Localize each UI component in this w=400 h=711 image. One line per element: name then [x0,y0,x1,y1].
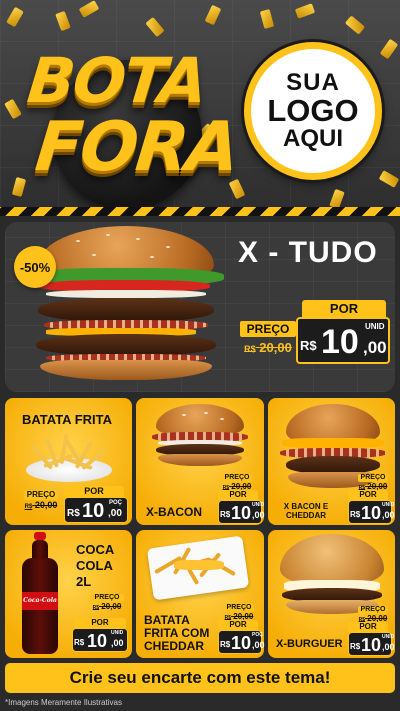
confetti-piece [55,10,71,32]
confetti-piece [145,16,165,38]
confetti-piece [78,0,100,18]
price-integer: 10 [321,323,359,361]
price-block-coca-cola: PREÇO R$ 20,00 POR R$ 10 UNID ,00 [42,594,128,652]
confetti-piece [378,170,400,188]
featured-product-name: X - TUDO [238,236,378,269]
logo-text-line-3: AQUI [283,124,343,152]
burger-image [26,226,226,386]
price-block-batata-cheddar: PREÇO R$ 20,00 POR R$ 10 POÇ ,00 [218,604,265,654]
product-name: BATATA FRITA [22,412,113,427]
discount-badge: -50% [14,246,56,288]
price-decimal: ,00 [363,338,387,357]
logo-text-line-1: SUA [286,68,340,96]
price-block-x-bacon: PREÇO R$ 20,00 POR R$ 10 UNID ,00 [218,474,265,524]
price-block-x-burguer: PREÇO R$ 20,00 POR R$ 10 UNID ,00 [348,606,395,656]
batata-cheddar-image [146,535,250,601]
fries-image [26,433,112,486]
title-line-2: FORA [31,108,242,187]
product-name: COCA COLA 2L [76,542,115,589]
confetti-piece [344,15,366,35]
preco-label: PREÇO [240,321,296,337]
confetti-piece [4,98,22,120]
confetti-piece [6,6,24,28]
logo-text-line-2: LOGO [267,93,359,129]
price-block-batata-frita: PREÇO R$ 20,00 POR R$ 10 POÇ ,00 [24,486,130,532]
campaign-title: BOTA FORA [22,40,241,210]
current-price: R$ 10 UNID ,00 [296,317,390,364]
por-label: POR [302,300,386,317]
logo-placeholder: SUA LOGO AQUI [244,42,382,180]
header-banner: BOTA FORA SUA LOGO AQUI [0,0,400,210]
x-bacon-image [152,404,248,468]
confetti-piece [379,38,399,60]
confetti-piece [294,3,316,19]
old-price: R$ 20,00 [244,340,292,355]
featured-price-block: POR PREÇO R$ 20,00 R$ 10 UNID ,00 [238,300,390,370]
disclaimer-text: *Imagens Meramente Ilustrativas [5,698,122,707]
hazard-stripe-divider [0,207,400,216]
price-currency: R$ [300,338,317,353]
confetti-piece [259,9,275,29]
confetti-piece [204,4,222,26]
title-line-1: BOTA [24,44,210,117]
price-unit: UNID [365,322,385,331]
cta-banner[interactable]: Crie seu encarte com este tema! [5,663,395,693]
price-block-x-bacon-cheddar: PREÇO R$ 20,00 POR R$ 10 UNID ,00 [348,474,395,524]
